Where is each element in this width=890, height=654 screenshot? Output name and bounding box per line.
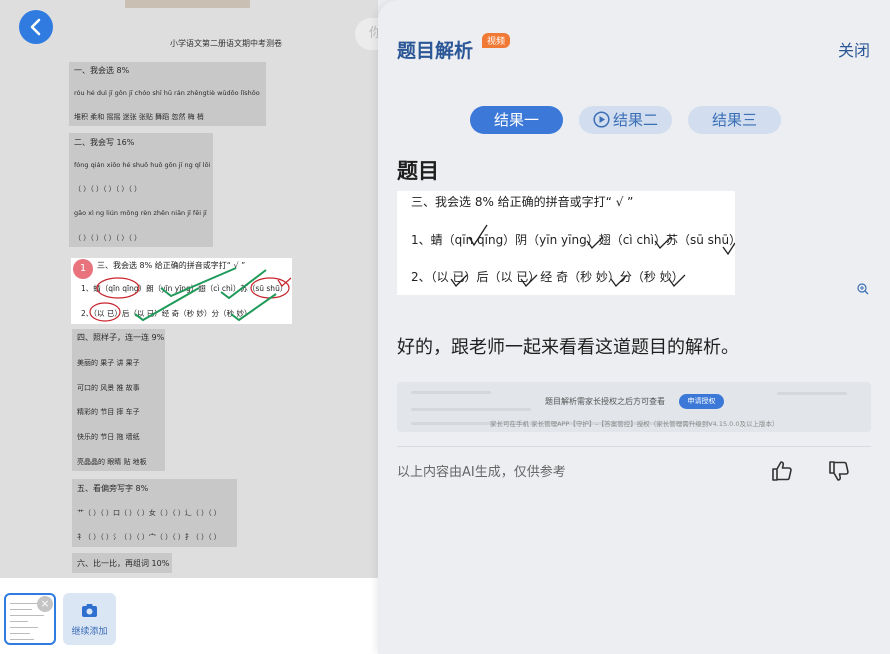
section-heading: 四、照样子，连一连 9%	[77, 333, 165, 342]
section-line: 可口的 风景 推 故事	[77, 384, 140, 392]
tab-result-3[interactable]: 结果三	[688, 106, 781, 134]
worksheet-section-4: 四、照样子，连一连 9% 美丽的 果子 讲 果子 可口的 风景 推 故事 精彩的…	[72, 329, 165, 471]
video-badge: 视频	[482, 33, 511, 48]
worksheet-section-1: 一、我会选 8% róu hé duì jī gǒn jī chóo shī h…	[69, 62, 266, 126]
analysis-panel: 题目解析 视频 关闭 结果一 结果二 结果三 题目 三、我会选 8% 给正确的拼…	[378, 0, 890, 654]
continue-add-button[interactable]: 继续添加	[63, 593, 116, 645]
zoom-in-icon[interactable]	[857, 283, 869, 295]
tab-result-1[interactable]: 结果一	[470, 106, 563, 134]
worksheet-photo: 小学语文第二册语文期中考测卷 一、我会选 8% róu hé duì jī gǒ…	[0, 0, 378, 578]
play-circle-icon	[593, 111, 610, 128]
section-line: 快乐的 节日 拖 墙纸	[77, 433, 140, 441]
highlighted-question[interactable]: 三、我会选 8% 给正确的拼音或字打“ √ ” 1、蜻（qīn qīng）朗（y…	[71, 258, 292, 324]
section-line: 堆积 柔和 摇摇 迷张 张贴 舞蹈 忽然 梅 梢	[74, 113, 204, 121]
continue-add-label: 继续添加	[71, 627, 108, 637]
ai-disclaimer: 以上内容由AI生成，仅供参考	[397, 465, 566, 480]
tab-result-2[interactable]: 结果二	[579, 106, 672, 134]
worksheet-section-6: 六、比一比，再组词 10%	[72, 553, 172, 573]
chevron-left-icon	[30, 18, 41, 36]
section-line: 礻（ ）（ ）氵（ ）（ ）宀（ ）（ ）扌（ ）（ ）	[77, 533, 221, 541]
worksheet-view: 小学语文第二册语文期中考测卷 一、我会选 8% róu hé duì jī gǒ…	[0, 0, 378, 654]
section-line: 美丽的 果子 讲 果子	[77, 359, 140, 367]
section-line: （ ）（ ）（ ）（ ）（ ）	[74, 185, 142, 193]
section-heading: 六、比一比，再组词 10%	[77, 559, 170, 568]
section-heading: 一、我会选 8%	[74, 66, 130, 75]
worksheet-title: 小学语文第二册语文期中考测卷	[170, 39, 282, 48]
section-line: （ ）（ ）（ ）（ ）（ ）	[74, 234, 142, 242]
request-authorization-button[interactable]: 申请授权	[679, 394, 724, 409]
thumbs-down-icon[interactable]	[827, 459, 851, 483]
worksheet-section-5: 五、看偏旁写字 8% 艹（ ）（ ）口（ ）（ ）女（ ）（ ）辶（ ）（ ） …	[72, 479, 237, 547]
camera-icon	[82, 604, 97, 617]
close-button[interactable]: 关闭	[838, 37, 870, 61]
thumbnail-bar	[0, 578, 378, 654]
paper-edge	[125, 0, 250, 8]
section-line: 亮晶晶的 眼睛 贴 地板	[77, 458, 147, 466]
section-line: 艹（ ）（ ）口（ ）（ ）女（ ）（ ）辶（ ）（ ）	[77, 509, 221, 517]
answer-checkmarks	[450, 224, 735, 288]
section-line: róu hé duì jī gǒn jī chóo shī hū rán zhē…	[74, 89, 260, 97]
remove-thumbnail-icon[interactable]: ×	[37, 596, 53, 612]
section-line: 精彩的 节目 摔 车子	[77, 408, 140, 416]
section-heading: 五、看偏旁写字 8%	[77, 484, 149, 493]
section-line: fóng qián xiōo hé shuō huō gōn jī ng qǐ …	[74, 161, 211, 169]
locked-note: 家长可在手机 家长管理APP【守护】-【答案管控】授权（家长管理需升级到V4.1…	[490, 420, 779, 428]
thumbs-up-icon[interactable]	[770, 459, 794, 483]
analysis-intro: 好的，跟老师一起来看看这道题目的解析。	[397, 337, 739, 358]
section-heading: 二、我会写 16%	[74, 138, 135, 147]
panel-title: 题目解析	[397, 40, 474, 62]
question-image[interactable]: 三、我会选 8% 给正确的拼音或字打“ √ ” 1、蜻（qīn qīng）阴（y…	[397, 191, 741, 295]
worksheet-section-2: 二、我会写 16% fóng qián xiōo hé shuō huō gōn…	[69, 133, 213, 247]
section-line: gāo xì ng liún mōng rèn zhēn niān jī fēi…	[74, 209, 207, 217]
question-heading: 题目	[397, 159, 439, 183]
locked-message: 题目解析需家长授权之后方可查看	[545, 397, 665, 406]
grading-marks	[89, 267, 292, 322]
back-button[interactable]	[19, 10, 53, 44]
divider	[397, 446, 871, 447]
question-number-badge: 1	[73, 259, 93, 279]
